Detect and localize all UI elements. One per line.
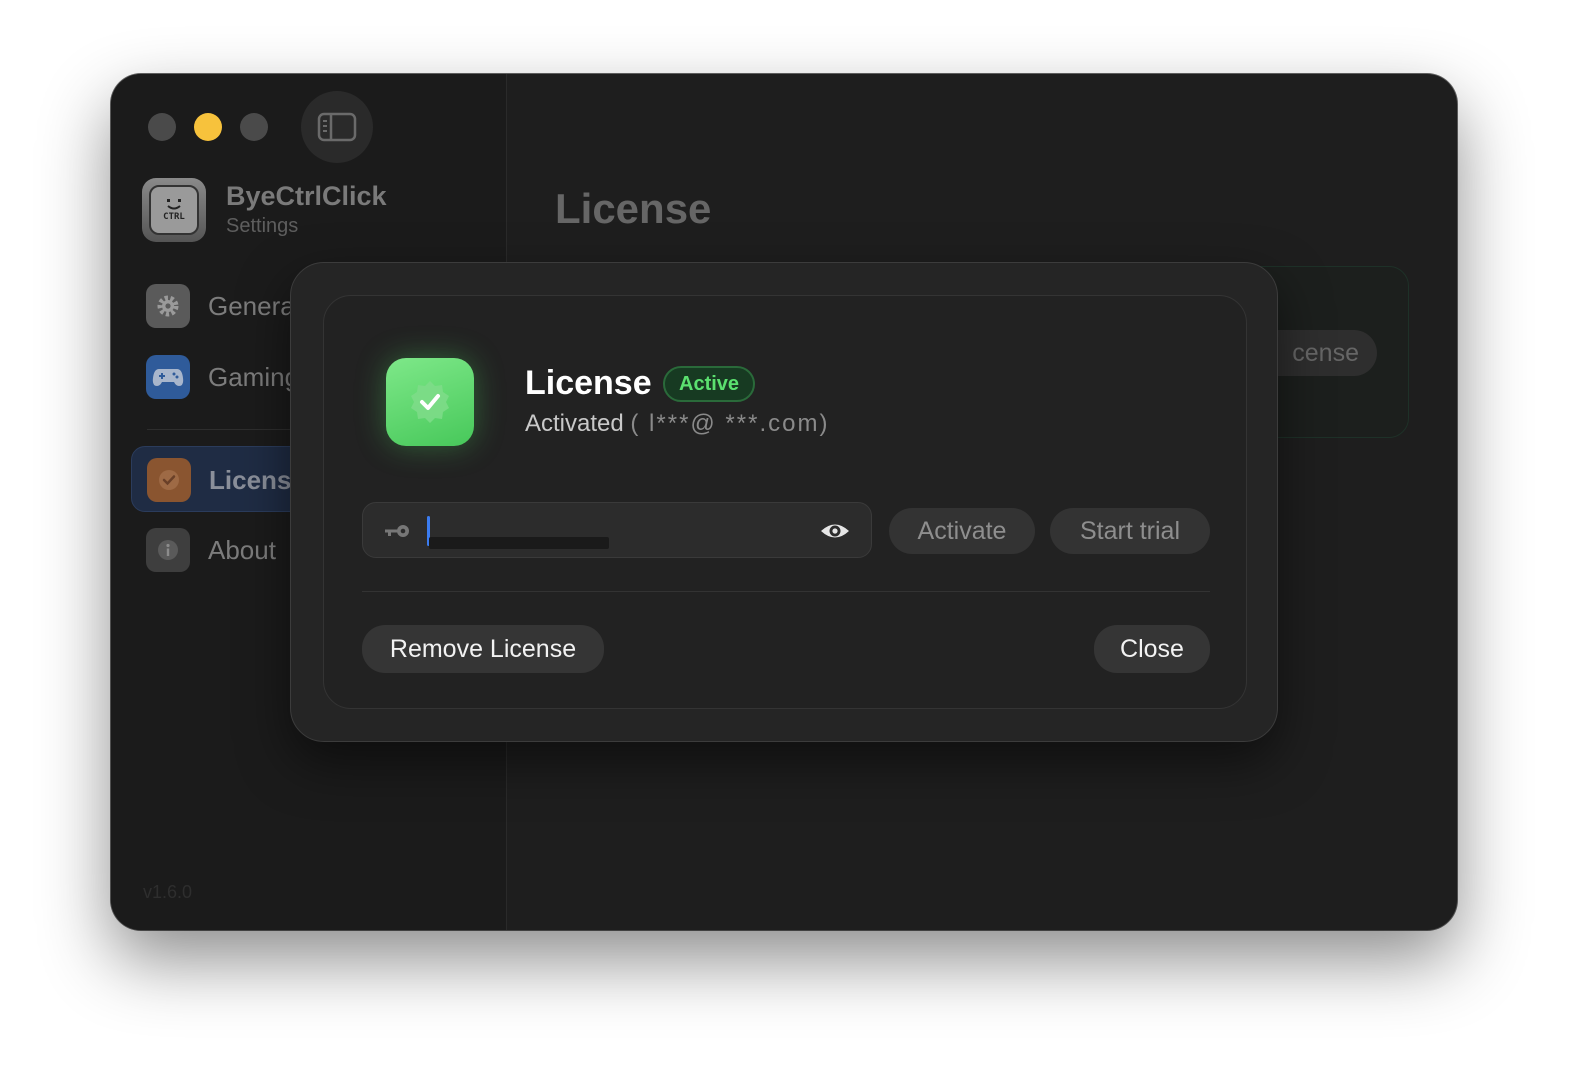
start-trial-button[interactable]: Start trial — [1050, 508, 1210, 554]
redacted-key — [429, 537, 609, 549]
license-dialog-content: License Active Activated ( l***@ ***.com… — [323, 295, 1247, 709]
sidebar-item-label: Licens — [209, 465, 292, 495]
version-label: v1.6.0 — [143, 882, 193, 902]
app-icon: CTRL — [142, 178, 206, 242]
zoom-window-button[interactable] — [240, 113, 268, 141]
sidebar-icon — [317, 112, 357, 142]
remove-license-button[interactable]: Remove License — [362, 625, 604, 673]
activated-email-masked: ( l***@ ***.com) — [630, 410, 830, 437]
dialog-title: License — [525, 364, 652, 402]
show-key-eye-icon[interactable] — [819, 518, 851, 544]
dialog-separator — [362, 591, 1210, 592]
status-badge: Active — [663, 366, 756, 402]
license-dialog: License Active Activated ( l***@ ***.com… — [290, 262, 1278, 742]
activation-status: Activated ( l***@ ***.com) — [525, 410, 829, 438]
gamepad-icon — [146, 355, 190, 399]
key-icon — [385, 525, 409, 537]
app-icon-text: CTRL — [163, 212, 185, 222]
app-name: ByeCtrlClick — [226, 181, 387, 211]
sidebar-item-label: Gaming — [208, 362, 300, 392]
verified-badge-icon — [386, 358, 474, 446]
page-title: License — [555, 185, 712, 232]
activation-status-label: Activated — [525, 410, 624, 437]
minimize-window-button[interactable] — [194, 113, 222, 141]
gear-icon — [146, 284, 190, 328]
sidebar-item-label: Genera — [208, 291, 295, 321]
sidebar-item-label: About — [208, 535, 276, 565]
app-subtitle: Settings — [226, 215, 299, 237]
close-button[interactable]: Close — [1094, 625, 1210, 673]
info-icon — [146, 528, 190, 572]
license-key-input[interactable] — [362, 502, 872, 558]
sidebar-toggle-button[interactable] — [301, 91, 373, 163]
close-window-button[interactable] — [148, 113, 176, 141]
license-icon — [147, 458, 191, 502]
activate-button[interactable]: Activate — [889, 508, 1035, 554]
smiley-icon — [167, 199, 181, 210]
